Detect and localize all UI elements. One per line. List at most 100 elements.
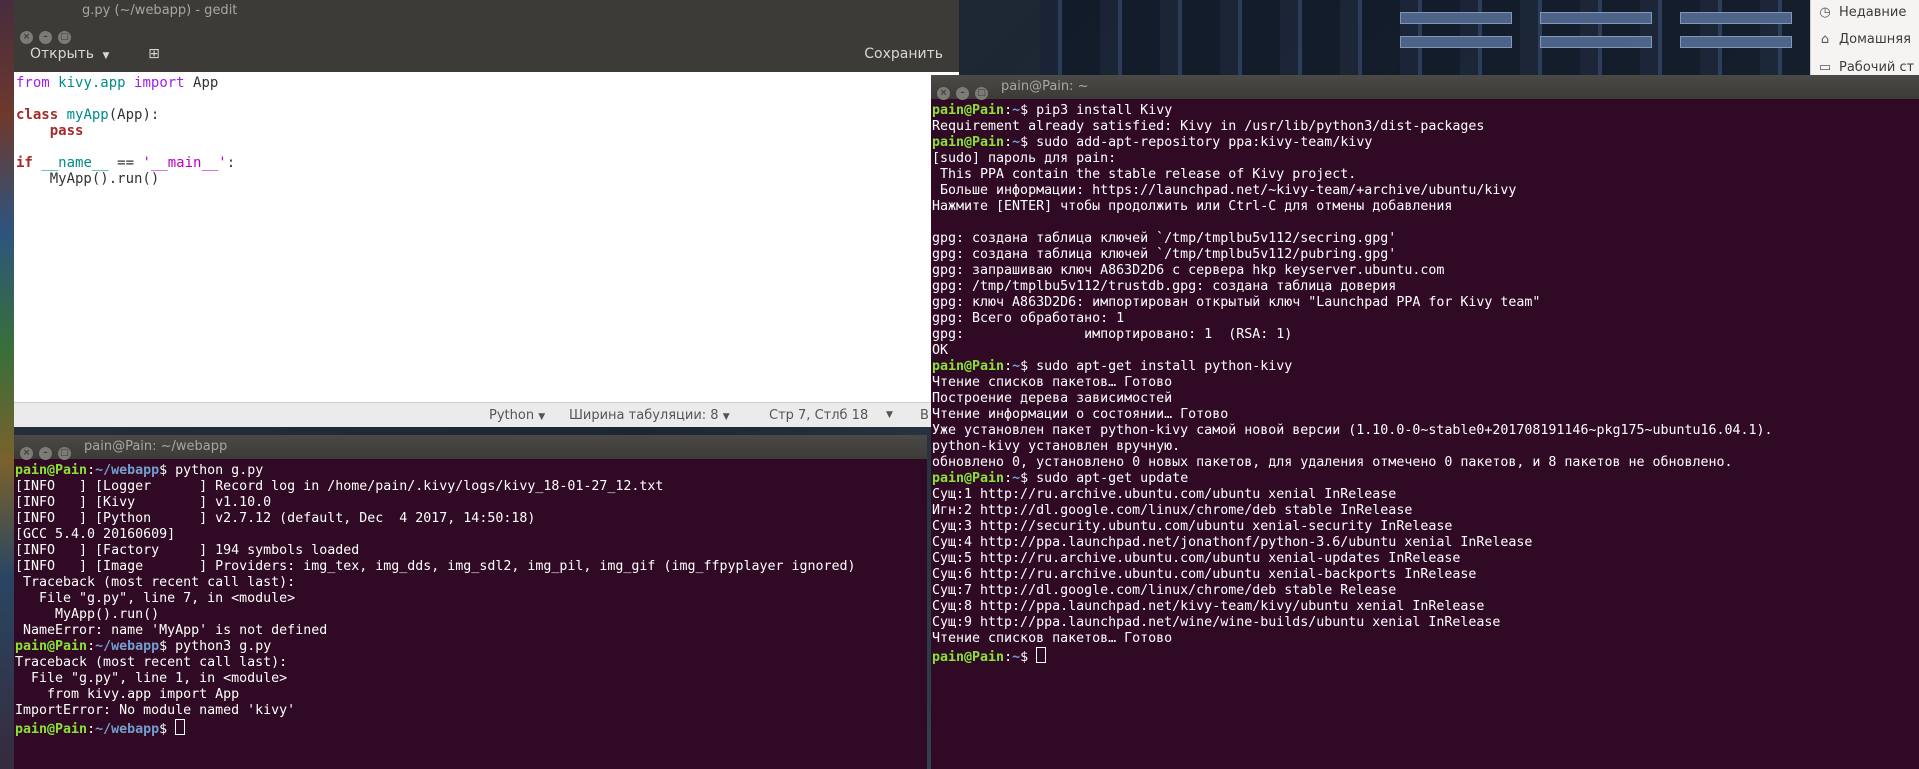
output-text: Чтение списков пакетов… Готово [932, 631, 1173, 646]
terminal-line: [INFO ] [Image ] Providers: img_tex, img… [15, 559, 927, 575]
gedit-statusbar: Python ▼ Ширина табуляции: 8 ▼ Стр 7, Ст… [14, 402, 959, 427]
prompt-user: pain@Pain [932, 471, 1005, 486]
output-text: gpg: /tmp/tmplbu5v112/trustdb.gpg: созда… [932, 279, 1397, 294]
output-text: OK [932, 343, 949, 358]
tab-width-selector[interactable]: Ширина табуляции: 8 ▼ [569, 403, 730, 427]
terminal-line: Построение дерева зависимостей [932, 391, 1919, 407]
terminal-window-webapp: × – □ pain@Pain: ~/webapp pain@Pain:~/weba… [14, 435, 927, 769]
window-title: pain@Pain: ~/webapp [84, 439, 228, 454]
output-text: File "g.py", line 7, in <module> [15, 591, 296, 606]
terminal-output[interactable]: pain@Pain:~$ pip3 install Kivy Requiremen… [932, 99, 1919, 769]
code-line: if __name__ == '__main__': [16, 155, 236, 171]
save-button-label: Сохранить [864, 46, 943, 62]
terminal-prompt-line: pain@Pain:~$ sudo add-apt-repository ppa… [932, 135, 1373, 150]
command-text: sudo apt-get install python-kivy [1028, 359, 1293, 374]
output-text: gpg: Всего обработано: 1 [932, 311, 1125, 326]
output-text: gpg: создана таблица ключей `/tmp/tmplbu… [932, 231, 1397, 246]
terminal-prompt-line: pain@Pain:~/webapp$ [15, 719, 927, 738]
language-selector[interactable]: Python ▼ [489, 403, 545, 427]
terminal-line: Сущ:4 http://ppa.launchpad.net/jonathonf… [932, 535, 1919, 551]
terminal-line: Сущ:9 http://ppa.launchpad.net/wine/wine… [932, 615, 1919, 631]
terminal-titlebar[interactable]: × – □ pain@Pain: ~ [931, 75, 1919, 100]
output-text: Уже установлен пакет python-kivy самой н… [932, 423, 1773, 438]
output-text: ImportError: No module named 'kivy' [15, 703, 296, 718]
sidebar-item-home[interactable]: ⌂ Домашняя [1817, 28, 1911, 52]
terminal-line: [INFO ] [Factory ] 194 symbols loaded [15, 543, 927, 559]
output-text: [sudo] пароль для pain: [932, 151, 1117, 166]
prompt-path: ~/webapp [95, 639, 160, 654]
prompt-user: pain@Pain [15, 463, 88, 478]
output-text: from kivy.app import App [15, 687, 240, 702]
new-document-button[interactable]: ⊞ [138, 38, 170, 70]
terminal-prompt-line: pain@Pain:~$ sudo apt-get update [932, 471, 1189, 486]
terminal-window-home: × – □ pain@Pain: ~ pain@Pain:~$ pip3 insta… [931, 75, 1919, 769]
terminal-prompt-line: pain@Pain:~/webapp$ python3 g.py [15, 639, 272, 654]
terminal-line: [sudo] пароль для pain: [932, 151, 1919, 167]
prompt-user: pain@Pain [932, 359, 1005, 374]
prompt-path: ~ [1012, 650, 1021, 665]
terminal-line: gpg: /tmp/tmplbu5v112/trustdb.gpg: созда… [932, 279, 1919, 295]
chevron-down-icon[interactable]: ▼ [886, 403, 893, 427]
output-text: gpg: создана таблица ключей `/tmp/tmplbu… [932, 247, 1397, 262]
prompt-path: ~/webapp [95, 463, 160, 478]
terminal-prompt-line: pain@Pain:~$ pip3 install Kivy [932, 103, 1173, 118]
terminal-line [932, 215, 1919, 231]
cursor-position-label: Стр 7, Стлб 18 [769, 408, 869, 423]
launcher-strip[interactable] [0, 0, 14, 769]
sidebar-item-recent[interactable]: ◷ Недавние [1817, 1, 1906, 25]
terminal-line: gpg: создана таблица ключей `/tmp/tmplbu… [932, 247, 1919, 263]
code-line: MyApp().run() [16, 171, 160, 187]
terminal-prompt-line: pain@Pain:~$ [932, 647, 1919, 666]
terminal-line: from kivy.app import App [15, 687, 927, 703]
open-button[interactable]: Открыть ▼ [20, 38, 119, 70]
terminal-line: Больше информации: https://launchpad.net… [932, 183, 1919, 199]
prompt-user: pain@Pain [15, 722, 88, 737]
save-button[interactable]: Сохранить [858, 38, 949, 70]
prompt-user: pain@Pain [15, 639, 88, 654]
terminal-line: gpg: Всего обработано: 1 [932, 311, 1919, 327]
terminal-line: Сущ:5 http://ru.archive.ubuntu.com/ubunt… [932, 551, 1919, 567]
terminal-output[interactable]: pain@Pain:~/webapp$ python g.py [INFO ] [… [15, 459, 927, 769]
language-label: Python [489, 408, 535, 423]
terminal-line: This PPA contain the stable release of K… [932, 167, 1919, 183]
terminal-line: Сущ:7 http://dl.google.com/linux/chrome/… [932, 583, 1919, 599]
output-text: Сущ:9 http://ppa.launchpad.net/wine/wine… [932, 615, 1501, 630]
output-text: python-kivy установлен вручную. [932, 439, 1181, 454]
output-text: Traceback (most recent call last): [15, 655, 288, 670]
prompt-path: ~/webapp [95, 722, 160, 737]
output-text: Traceback (most recent call last): [15, 575, 296, 590]
terminal-line: Чтение списков пакетов… Готово [932, 631, 1919, 647]
output-text: Сущ:1 http://ru.archive.ubuntu.com/ubunt… [932, 487, 1397, 502]
terminal-line: Traceback (most recent call last): [15, 575, 927, 591]
command-text: sudo add-apt-repository ppa:kivy-team/ki… [1028, 135, 1373, 150]
gedit-window: × – □ g.py (~/webapp) - gedit Открыть ▼ ⊞ … [14, 0, 959, 427]
terminal-line: [INFO ] [Logger ] Record log in /home/pa… [15, 479, 927, 495]
window-title: pain@Pain: ~ [1001, 79, 1089, 94]
terminal-line: OK [932, 343, 1919, 359]
command-text: python g.py [167, 463, 264, 478]
cursor-position[interactable]: Стр 7, Стлб 18 [769, 403, 868, 427]
terminal-line: gpg: запрашиваю ключ A863D2D6 с сервера … [932, 263, 1919, 279]
terminal-line: Сущ:1 http://ru.archive.ubuntu.com/ubunt… [932, 487, 1919, 503]
code-editor[interactable]: from kivy.app import App class myApp(App… [14, 72, 959, 405]
terminal-line: gpg: импортировано: 1 (RSA: 1) [932, 327, 1919, 343]
output-text: gpg: запрашиваю ключ A863D2D6 с сервера … [932, 263, 1445, 278]
terminal-line: Сущ:6 http://ru.archive.ubuntu.com/ubunt… [932, 567, 1919, 583]
terminal-line: File "g.py", line 7, in <module> [15, 591, 927, 607]
output-text: [INFO ] [Image ] Providers: img_tex, img… [15, 559, 856, 574]
terminal-line: Уже установлен пакет python-kivy самой н… [932, 423, 1919, 439]
output-text: Сущ:8 http://ppa.launchpad.net/kivy-team… [932, 599, 1485, 614]
prompt-user: pain@Pain [932, 135, 1005, 150]
output-text: gpg: импортировано: 1 (RSA: 1) [932, 327, 1293, 342]
insert-mode[interactable]: В [920, 403, 929, 427]
clock-icon: ◷ [1819, 5, 1831, 20]
terminal-line: Сущ:3 http://security.ubuntu.com/ubuntu … [932, 519, 1919, 535]
output-text: gpg: ключ A863D2D6: импортирован открыты… [932, 295, 1541, 310]
output-text: NameError: name 'MyApp' is not defined [15, 623, 328, 638]
terminal-titlebar[interactable]: × – □ pain@Pain: ~/webapp [14, 435, 927, 460]
terminal-line: Requirement already satisfied: Kivy in /… [932, 119, 1919, 135]
prompt-user: pain@Pain [932, 650, 1005, 665]
prompt-path: ~ [1012, 359, 1021, 374]
terminal-line: [INFO ] [Kivy ] v1.10.0 [15, 495, 927, 511]
